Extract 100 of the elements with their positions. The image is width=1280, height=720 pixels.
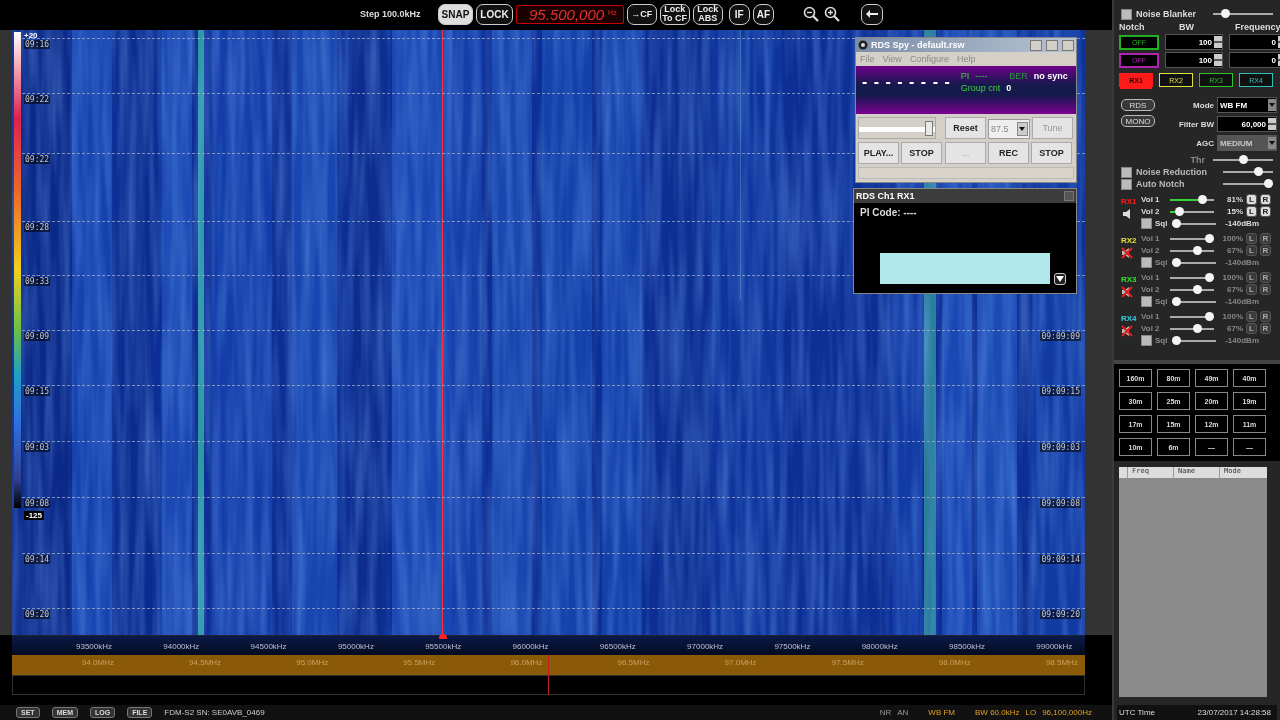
device-label: FDM-S2 SN: SE0AVB_0469	[164, 708, 265, 717]
filter-bandwidth-field[interactable]: 60,000	[1217, 116, 1277, 132]
button[interactable]: STOP	[1031, 142, 1072, 164]
agc-dropdown[interactable]: MEDIUM	[1217, 135, 1277, 151]
channel-button[interactable]: L	[1246, 194, 1257, 205]
dropdown-value: MEDIUM	[1219, 138, 1254, 148]
slider-label: Vol 1	[1141, 195, 1161, 204]
frequency-label: 94000kHz	[163, 642, 200, 651]
slider-label: Sql	[1155, 336, 1169, 345]
dropdown-value: 87.5	[990, 124, 1010, 134]
toolbar-button[interactable]: Lock ABS	[692, 3, 723, 25]
field-value: 0	[1270, 55, 1277, 65]
time-label: 09:09:08	[1040, 499, 1081, 508]
channel-button[interactable]: R	[1260, 284, 1271, 295]
display-button[interactable]: AF	[752, 3, 774, 25]
receiver-label: RX2	[1121, 236, 1137, 245]
frequency-field[interactable]: 0	[1229, 34, 1280, 50]
slider-reading: 67%	[1226, 246, 1243, 255]
reset-button[interactable]: Reset	[945, 117, 986, 139]
mode-label: WB FM	[928, 708, 956, 717]
ber-label: BER	[1009, 71, 1028, 81]
display-button[interactable]: IF	[728, 3, 750, 25]
time-label: 09:20	[24, 610, 51, 619]
column-header: BW	[1178, 22, 1195, 32]
time-label: 09:16	[24, 40, 51, 49]
channel-button[interactable]: L	[1246, 272, 1257, 283]
toggle-button[interactable]: LOCK	[476, 3, 513, 25]
time-label: 09:14	[24, 555, 51, 564]
channel-button[interactable]: L	[1246, 311, 1257, 322]
channel-button[interactable]: L	[1246, 233, 1257, 244]
slider-reading: -140dBm	[1224, 219, 1259, 228]
time-label: 09:15	[24, 387, 51, 396]
indicator-label: AN	[897, 708, 909, 717]
channel-button[interactable]: L	[1246, 284, 1257, 295]
slider-label: Vol 1	[1141, 273, 1161, 282]
slider-label: Vol 2	[1141, 246, 1161, 255]
pi-code-label: PI Code: ----	[859, 206, 918, 220]
toolbar-button[interactable]: Lock To CF	[659, 3, 690, 25]
field-label: Filter BW	[1178, 119, 1214, 129]
band-label: 94.5MHz	[189, 658, 222, 667]
frequency-field[interactable]: 0	[1229, 52, 1280, 68]
mono-button[interactable]: MONO	[1121, 115, 1155, 127]
channel-button[interactable]: R	[1260, 233, 1271, 244]
channel-button[interactable]: R	[1260, 311, 1271, 322]
button[interactable]: PLAY...	[858, 142, 899, 164]
slider-reading: -140dBm	[1224, 297, 1259, 306]
bandwidth-field[interactable]: 100	[1165, 52, 1223, 68]
column-header: Notch	[1119, 22, 1146, 32]
channel-button[interactable]: R	[1260, 194, 1271, 205]
frequency-label: 97000kHz	[687, 642, 724, 651]
lo-label: LO	[1025, 708, 1037, 717]
time-label: 09:22	[24, 155, 51, 164]
slider-reading: 67%	[1226, 324, 1243, 333]
band-label: 96.5MHz	[617, 658, 650, 667]
receiver-label: RX3	[1121, 275, 1137, 284]
frequency-label: 97500kHz	[774, 642, 811, 651]
channel-button[interactable]: L	[1246, 206, 1257, 217]
toolbar-button[interactable]: →CF	[626, 3, 657, 25]
band-label: 98.0MHz	[938, 658, 971, 667]
date-time: 23/07/2017 14:28:58	[1197, 708, 1271, 717]
band-label: 94.0MHz	[82, 658, 114, 667]
field-value: 100	[1197, 55, 1213, 65]
bandwidth-label: BW 60.0kHz	[975, 708, 1020, 717]
channel-button[interactable]: R	[1260, 245, 1271, 256]
channel-button[interactable]: L	[1246, 245, 1257, 256]
column-header: Frequency	[1234, 22, 1280, 32]
toggle-button[interactable]: SNAP	[437, 3, 474, 25]
channel-button[interactable]: R	[1260, 272, 1271, 283]
channel-button[interactable]: R	[1260, 206, 1271, 217]
channel-button[interactable]: L	[1246, 323, 1257, 334]
rds-button[interactable]: RDS	[1121, 99, 1155, 111]
band-label: 96.0MHz	[510, 658, 543, 667]
checkbox-label: Noise Reduction	[1136, 167, 1207, 177]
frequency-label: 98000kHz	[861, 642, 898, 651]
channel-button[interactable]: R	[1260, 323, 1271, 334]
checkbox-label: Auto Notch	[1136, 179, 1185, 189]
indicator-label: NR	[879, 708, 892, 717]
frequency-label: 94500kHz	[250, 642, 287, 651]
frequency-label: 95500kHz	[425, 642, 462, 651]
slider-label: Sql	[1155, 258, 1169, 267]
time-label: 09:22	[24, 95, 51, 104]
receiver-label: RX1	[1121, 197, 1137, 206]
field-value: 0	[1270, 37, 1277, 47]
slider-reading: 81%	[1226, 195, 1243, 204]
field-label: Mode	[1193, 100, 1214, 110]
field-value: 60,000	[1240, 119, 1267, 129]
slider-label: Thr	[1190, 155, 1205, 165]
scale-max-label: +20	[24, 31, 38, 40]
time-label: 09:09	[24, 332, 51, 341]
field-value: 100	[1197, 37, 1213, 47]
button[interactable]: STOP	[901, 142, 942, 164]
button[interactable]: REC	[988, 142, 1029, 164]
bandwidth-field[interactable]: 100	[1165, 34, 1223, 50]
band-label: 97.0MHz	[724, 658, 757, 667]
slider-label: Sql	[1155, 297, 1169, 306]
time-label: 09:09:14	[1040, 555, 1081, 564]
sync-status: no sync	[1033, 71, 1068, 81]
mode-dropdown[interactable]: WB FM	[1217, 97, 1277, 113]
frequency-label: 93500kHz	[76, 642, 112, 651]
program-service-name: - - - - - - - -	[862, 73, 951, 91]
